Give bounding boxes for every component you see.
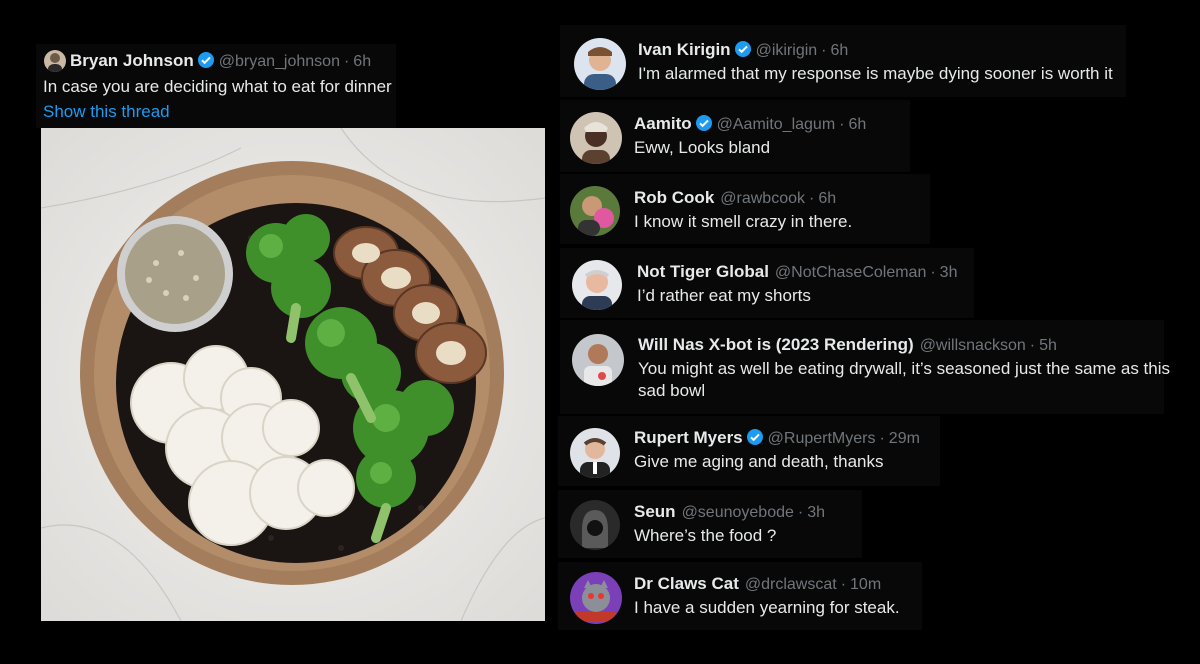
separator: · <box>797 504 804 521</box>
reply-item[interactable]: Aamito @Aamito_lagum · 6h Eww, Looks bland <box>560 100 910 172</box>
separator: · <box>343 53 350 70</box>
reply-author-name[interactable]: Rupert Myers <box>634 428 743 447</box>
author-handle[interactable]: @bryan_johnson <box>219 53 340 70</box>
separator: · <box>840 576 847 593</box>
show-thread-link[interactable]: Show this thread <box>43 102 170 122</box>
reply-time[interactable]: 6h <box>848 116 866 133</box>
reply-author-handle[interactable]: @ikirigin <box>756 42 818 59</box>
reply-author-name[interactable]: Dr Claws Cat <box>634 574 739 593</box>
reply-text: You might as well be eating drywall, it’… <box>638 359 1171 378</box>
reply-item[interactable]: Seun @seunoyebode · 3h Where’s the food ? <box>558 490 862 558</box>
reply-text: I'm alarmed that my response is maybe dy… <box>638 64 1113 83</box>
reply-author-handle[interactable]: @willsnackson <box>920 337 1026 354</box>
reply-item[interactable]: Rob Cook @rawbcook · 6h I know it smell cra… <box>560 174 930 244</box>
author-name[interactable]: Bryan Johnson <box>70 51 194 70</box>
verified-badge-icon <box>197 51 215 74</box>
avatar[interactable] <box>44 50 66 72</box>
reply-time[interactable]: 5h <box>1039 337 1057 354</box>
separator: · <box>930 264 936 281</box>
reply-item[interactable]: Rupert Myers @RupertMyers · 29m Give me agi… <box>558 416 940 486</box>
reply-text: Eww, Looks bland <box>634 138 771 157</box>
reply-text: I know it smell crazy in there. <box>634 212 853 231</box>
reply-time[interactable]: 3h <box>940 264 958 281</box>
reply-author-name[interactable]: Aamito <box>634 114 692 133</box>
reply-text: I’d rather eat my shorts <box>637 286 811 305</box>
avatar[interactable] <box>574 38 626 90</box>
reply-item[interactable]: Ivan Kirigin @ikirigin · 6h I'm alarmed tha… <box>560 25 1126 97</box>
reply-text: Where’s the food ? <box>634 526 777 545</box>
post-image[interactable] <box>41 128 545 621</box>
separator: · <box>879 430 885 447</box>
reply-author-name[interactable]: Ivan Kirigin <box>638 40 731 59</box>
avatar[interactable] <box>570 500 620 550</box>
reply-time[interactable]: 6h <box>818 190 836 207</box>
avatar[interactable] <box>572 334 624 386</box>
post-time[interactable]: 6h <box>353 53 371 70</box>
reply-author-handle[interactable]: @rawbcook <box>720 190 805 207</box>
separator: · <box>839 116 845 133</box>
reply-author-name[interactable]: Not Tiger Global <box>637 262 769 281</box>
reply-item[interactable]: Not Tiger Global @NotChaseColeman · 3h I’d … <box>560 248 974 318</box>
verified-badge-icon <box>746 428 764 451</box>
reply-author-handle[interactable]: @RupertMyers <box>768 430 876 447</box>
avatar[interactable] <box>570 186 620 236</box>
reply-text: I have a sudden yearning for steak. <box>634 598 900 617</box>
reply-item[interactable]: Dr Claws Cat @drclawscat · 10m I have a sud… <box>558 562 922 630</box>
reply-author-name[interactable]: Rob Cook <box>634 188 714 207</box>
separator: · <box>821 42 827 59</box>
post-text: In case you are deciding what to eat for… <box>43 77 392 96</box>
reply-text-continued: sad bowl <box>638 381 706 400</box>
reply-time[interactable]: 10m <box>850 576 881 593</box>
reply-author-handle[interactable]: @drclawscat <box>745 576 837 593</box>
reply-author-handle[interactable]: @seunoyebode <box>682 504 794 521</box>
reply-time[interactable]: 29m <box>889 430 920 447</box>
avatar[interactable] <box>572 260 622 310</box>
reply-item[interactable]: Will Nas X-bot is (2023 Rendering) @wills… <box>560 320 1170 414</box>
reply-time[interactable]: 6h <box>831 42 849 59</box>
reply-author-name[interactable]: Will Nas X-bot is (2023 Rendering) <box>638 335 914 354</box>
avatar[interactable] <box>570 428 620 478</box>
avatar[interactable] <box>570 572 622 624</box>
separator: · <box>1029 337 1036 354</box>
main-post: Bryan Johnson @bryan_johnson · 6h In case y… <box>36 44 396 128</box>
reply-author-handle[interactable]: @Aamito_lagum <box>717 116 836 133</box>
reply-text: Give me aging and death, thanks <box>634 452 884 471</box>
avatar[interactable] <box>570 112 622 164</box>
reply-time[interactable]: 3h <box>807 504 825 521</box>
verified-badge-icon <box>734 40 752 63</box>
separator: · <box>809 190 815 207</box>
reply-author-handle[interactable]: @NotChaseColeman <box>775 264 926 281</box>
verified-badge-icon <box>695 114 713 137</box>
reply-author-name[interactable]: Seun <box>634 502 676 521</box>
